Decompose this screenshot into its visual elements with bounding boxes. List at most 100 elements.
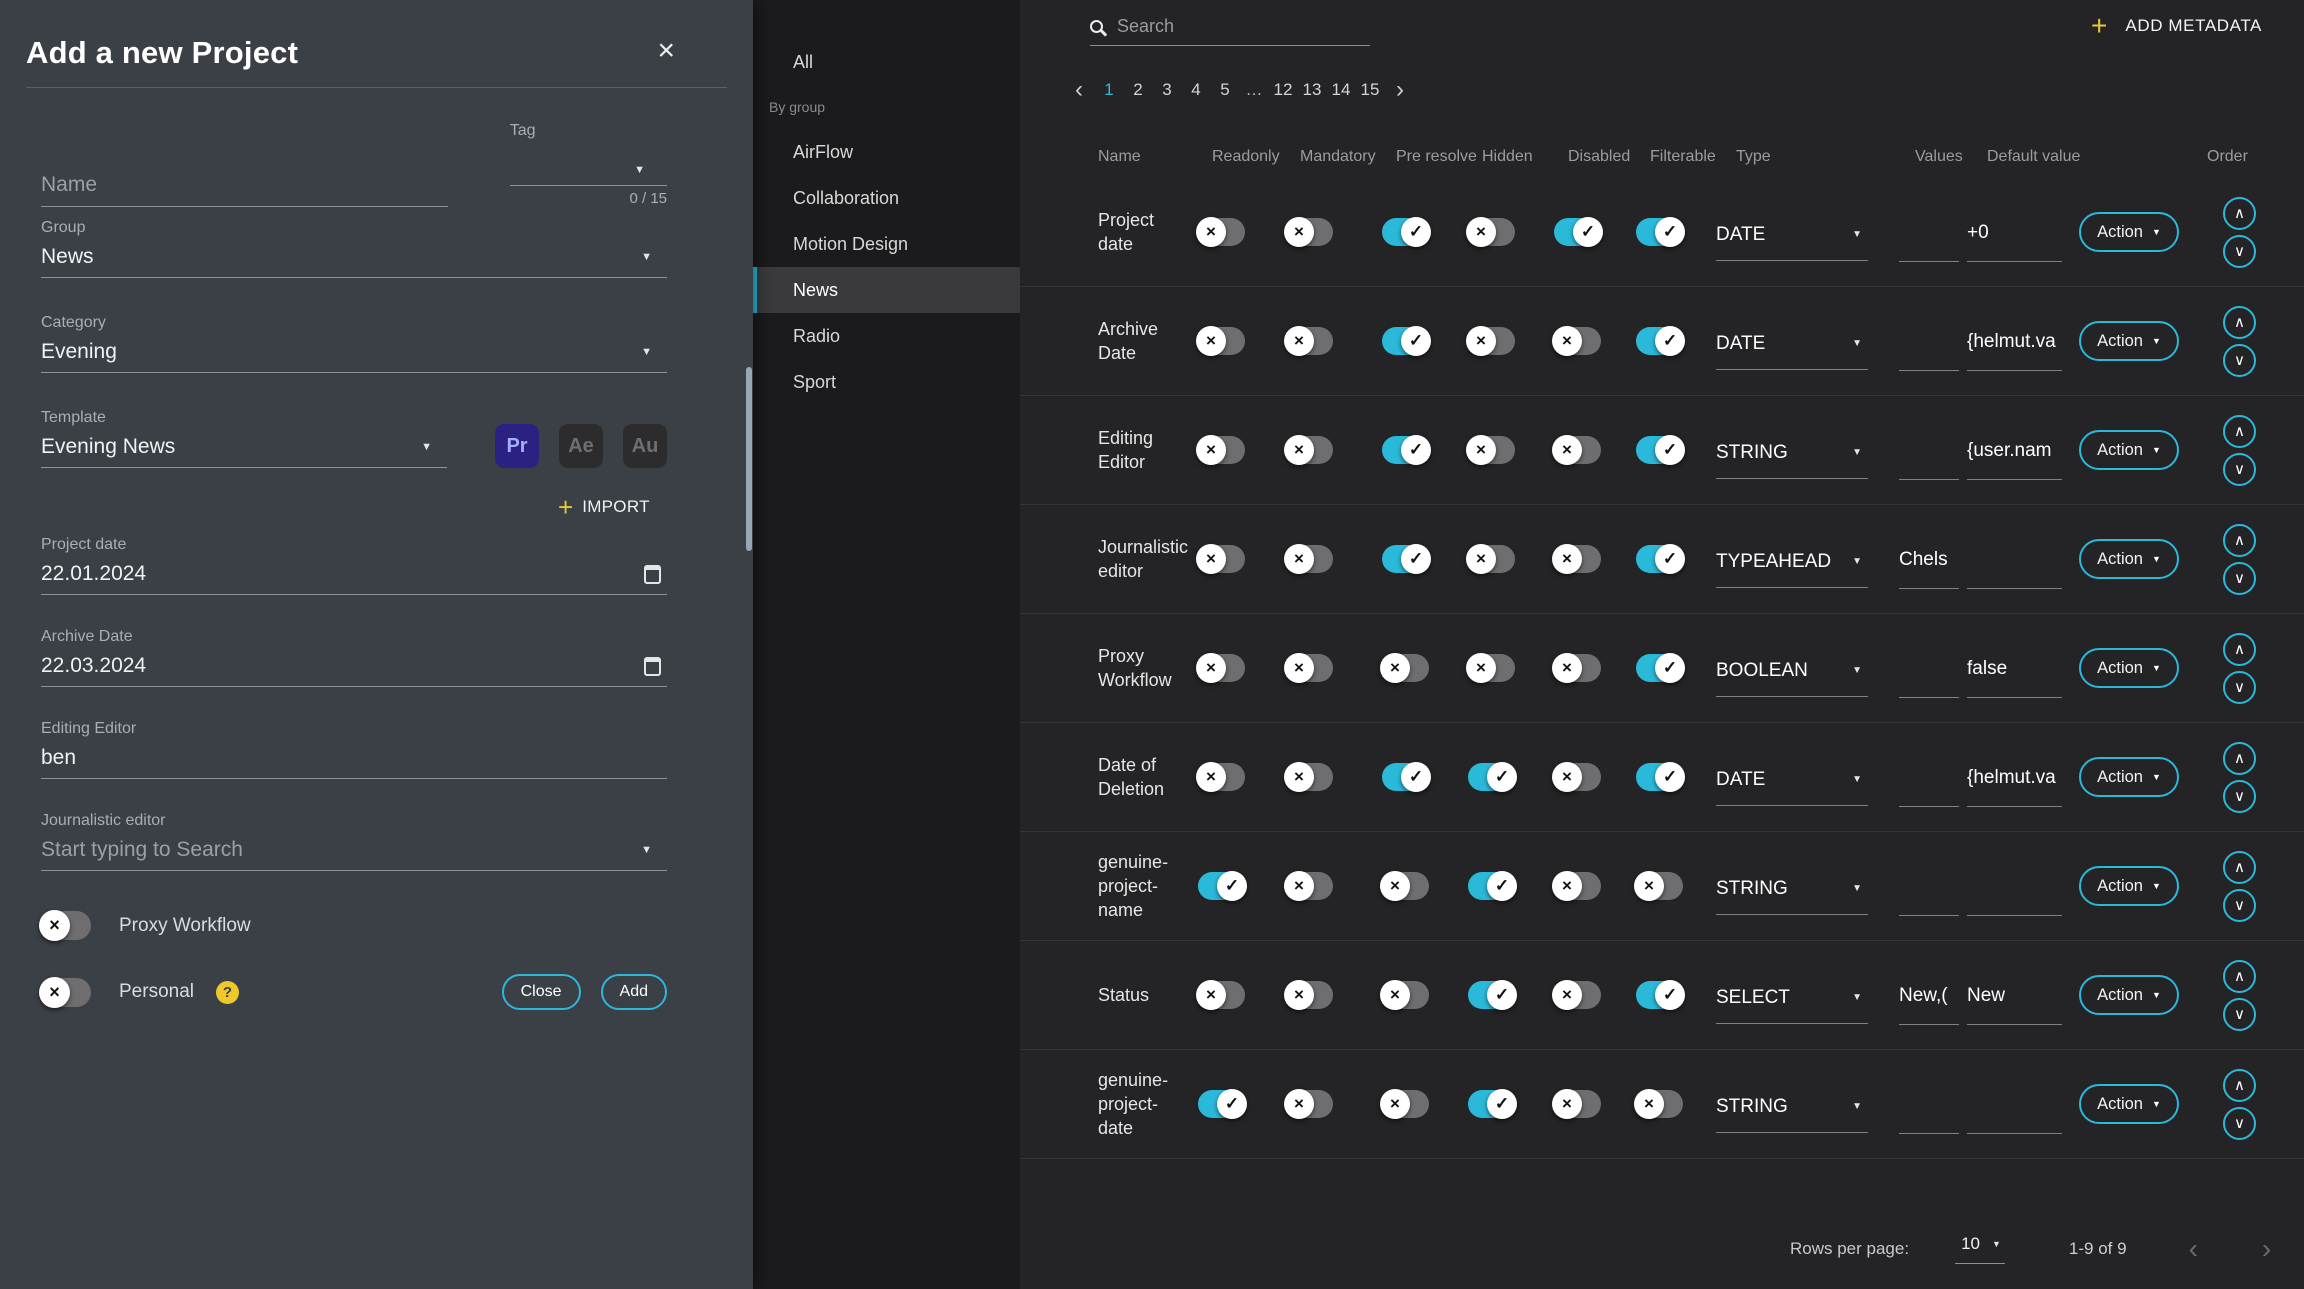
pagination-page-5[interactable]: 5 <box>1215 80 1235 100</box>
pagination-page-1[interactable]: 1 <box>1099 80 1119 100</box>
action-button[interactable]: Action▼ <box>2079 975 2179 1015</box>
help-icon[interactable]: ? <box>216 981 239 1004</box>
type-select[interactable]: STRING▼ <box>1716 1096 1868 1133</box>
editing-editor-input-row[interactable] <box>41 743 667 779</box>
toggle-mandatory[interactable]: × <box>1286 218 1333 246</box>
values-field[interactable] <box>1899 658 1959 698</box>
toggle-hidden[interactable]: ✓ <box>1468 872 1515 900</box>
move-down-button[interactable]: ∨ <box>2223 998 2256 1031</box>
toggle-disabled[interactable]: × <box>1554 327 1601 355</box>
toggle-mandatory[interactable]: × <box>1286 1090 1333 1118</box>
tag-select[interactable]: ▼ <box>510 145 667 186</box>
default-value-field[interactable]: +0 <box>1967 222 2062 262</box>
move-down-button[interactable]: ∨ <box>2223 671 2256 704</box>
toggle-hidden[interactable]: × <box>1468 218 1515 246</box>
toggle-hidden[interactable]: × <box>1468 545 1515 573</box>
values-field[interactable] <box>1899 222 1959 262</box>
move-up-button[interactable]: ∧ <box>2223 197 2256 230</box>
toggle-mandatory[interactable]: × <box>1286 654 1333 682</box>
type-select[interactable]: STRING▼ <box>1716 442 1868 479</box>
toggle-pre-resolve[interactable]: × <box>1382 981 1429 1009</box>
toggle-filterable[interactable]: ✓ <box>1636 981 1683 1009</box>
action-button[interactable]: Action▼ <box>2079 866 2179 906</box>
import-button[interactable]: + IMPORT <box>558 494 667 520</box>
toggle-pre-resolve[interactable]: ✓ <box>1382 763 1429 791</box>
default-value-field[interactable]: {user.nam <box>1967 440 2062 480</box>
toggle-disabled[interactable]: ✓ <box>1554 218 1601 246</box>
archive-date-input[interactable]: 22.03.2024 <box>41 651 667 687</box>
rows-per-page-select[interactable]: 10 ▼ <box>1955 1234 2005 1264</box>
toggle-mandatory[interactable]: × <box>1286 545 1333 573</box>
pagination-page-15[interactable]: 15 <box>1360 80 1380 100</box>
add-button[interactable]: Add <box>601 974 667 1010</box>
default-value-field[interactable] <box>1967 549 2062 589</box>
values-field[interactable] <box>1899 876 1959 916</box>
toggle-pre-resolve[interactable]: ✓ <box>1382 436 1429 464</box>
toggle-mandatory[interactable]: × <box>1286 327 1333 355</box>
pagination-page-3[interactable]: 3 <box>1157 80 1177 100</box>
move-up-button[interactable]: ∧ <box>2223 742 2256 775</box>
pagination-prev[interactable]: ‹ <box>1068 78 1090 102</box>
type-select[interactable]: TYPEAHEAD▼ <box>1716 551 1868 588</box>
values-field[interactable] <box>1899 331 1959 371</box>
toggle-hidden[interactable]: ✓ <box>1468 1090 1515 1118</box>
values-field[interactable]: Chels <box>1899 549 1959 589</box>
move-up-button[interactable]: ∧ <box>2223 1069 2256 1102</box>
toggle-filterable[interactable]: ✓ <box>1636 436 1683 464</box>
pagination-page-14[interactable]: 14 <box>1331 80 1351 100</box>
move-up-button[interactable]: ∧ <box>2223 851 2256 884</box>
move-down-button[interactable]: ∨ <box>2223 453 2256 486</box>
toggle-readonly[interactable]: × <box>1198 981 1245 1009</box>
close-icon[interactable]: × <box>657 36 675 66</box>
toggle-disabled[interactable]: × <box>1554 654 1601 682</box>
toggle-hidden[interactable]: ✓ <box>1468 763 1515 791</box>
toggle-disabled[interactable]: × <box>1554 981 1601 1009</box>
move-up-button[interactable]: ∧ <box>2223 633 2256 666</box>
toggle-readonly[interactable]: × <box>1198 436 1245 464</box>
action-button[interactable]: Action▼ <box>2079 757 2179 797</box>
pagination-page-4[interactable]: 4 <box>1186 80 1206 100</box>
move-up-button[interactable]: ∧ <box>2223 960 2256 993</box>
toggle-readonly[interactable]: × <box>1198 763 1245 791</box>
default-value-field[interactable]: New <box>1967 985 2062 1025</box>
name-input[interactable] <box>41 173 448 197</box>
premiere-badge[interactable]: Pr <box>495 424 539 468</box>
audition-badge[interactable]: Au <box>623 424 667 468</box>
category-select[interactable]: Evening ▼ <box>41 337 667 373</box>
toggle-readonly[interactable]: × <box>1198 654 1245 682</box>
toggle-readonly[interactable]: ✓ <box>1198 872 1245 900</box>
pagination-page-2[interactable]: 2 <box>1128 80 1148 100</box>
move-down-button[interactable]: ∨ <box>2223 780 2256 813</box>
type-select[interactable]: BOOLEAN▼ <box>1716 660 1868 697</box>
move-down-button[interactable]: ∨ <box>2223 889 2256 922</box>
toggle-hidden[interactable]: × <box>1468 654 1515 682</box>
toggle-disabled[interactable]: × <box>1554 545 1601 573</box>
action-button[interactable]: Action▼ <box>2079 321 2179 361</box>
sidebar-item-collaboration[interactable]: Collaboration <box>753 175 1020 221</box>
editing-editor-input[interactable] <box>41 746 661 770</box>
toggle-filterable[interactable]: × <box>1636 1090 1683 1118</box>
toggle-mandatory[interactable]: × <box>1286 981 1333 1009</box>
type-select[interactable]: DATE▼ <box>1716 224 1868 261</box>
toggle-hidden[interactable]: × <box>1468 436 1515 464</box>
modal-scrollbar[interactable] <box>746 367 752 551</box>
action-button[interactable]: Action▼ <box>2079 539 2179 579</box>
sidebar-item-radio[interactable]: Radio <box>753 313 1020 359</box>
name-field[interactable] <box>41 173 448 207</box>
footer-prev-button[interactable]: ‹ <box>2189 1235 2198 1263</box>
pagination-page-13[interactable]: 13 <box>1302 80 1322 100</box>
toggle-filterable[interactable]: ✓ <box>1636 218 1683 246</box>
sidebar-item-sport[interactable]: Sport <box>753 359 1020 405</box>
calendar-icon[interactable] <box>644 657 661 676</box>
journalistic-editor-select[interactable]: Start typing to Search ▼ <box>41 835 667 871</box>
values-field[interactable] <box>1899 767 1959 807</box>
toggle-pre-resolve[interactable]: × <box>1382 654 1429 682</box>
toggle-mandatory[interactable]: × <box>1286 436 1333 464</box>
toggle-readonly[interactable]: ✓ <box>1198 1090 1245 1118</box>
footer-next-button[interactable]: › <box>2262 1235 2271 1263</box>
type-select[interactable]: DATE▼ <box>1716 333 1868 370</box>
toggle-filterable[interactable]: × <box>1636 872 1683 900</box>
values-field[interactable] <box>1899 1094 1959 1134</box>
move-up-button[interactable]: ∧ <box>2223 524 2256 557</box>
sidebar-item-motion-design[interactable]: Motion Design <box>753 221 1020 267</box>
